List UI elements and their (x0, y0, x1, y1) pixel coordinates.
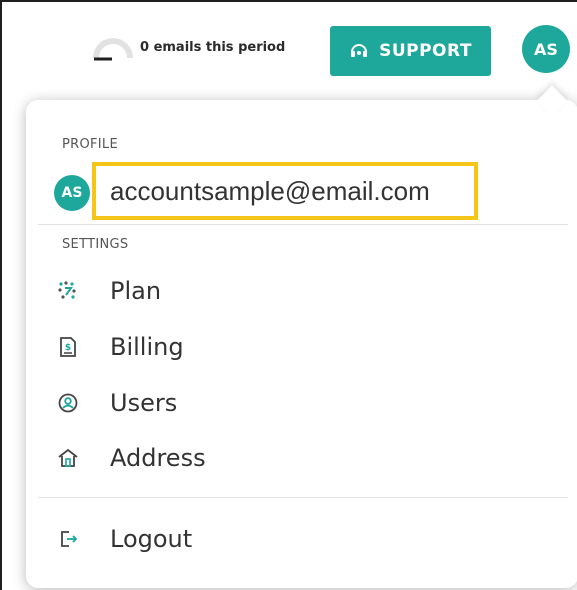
users-icon (56, 391, 80, 415)
plan-icon (56, 279, 80, 303)
usage-text: 0 emails this period (140, 40, 286, 55)
profile-divider (38, 224, 568, 225)
svg-text:$: $ (65, 343, 71, 353)
support-button[interactable]: SUPPORT (330, 26, 491, 76)
profile-avatar-initials: AS (61, 185, 83, 201)
logout-divider (38, 497, 568, 498)
support-headset-icon (351, 44, 368, 57)
menu-item-label: Address (110, 444, 206, 472)
profile-section-label: PROFILE (62, 137, 118, 152)
menu-item-label: Billing (110, 333, 184, 361)
menu-item-label: Logout (110, 525, 193, 553)
menu-item-label: Users (110, 389, 178, 417)
usage-gauge-icon (93, 38, 133, 61)
menu-item-plan[interactable]: Plan (56, 271, 556, 311)
address-icon (56, 446, 80, 470)
menu-item-billing[interactable]: $ Billing (56, 327, 556, 367)
user-avatar-button[interactable]: AS (522, 25, 570, 73)
support-button-label: SUPPORT (379, 41, 472, 61)
profile-email[interactable]: accountsample@email.com (92, 162, 478, 220)
menu-item-logout[interactable]: Logout (56, 519, 556, 559)
avatar-initials: AS (534, 39, 558, 59)
logout-icon (56, 527, 80, 551)
profile-avatar: AS (54, 175, 90, 211)
menu-item-label: Plan (110, 277, 162, 305)
settings-section-label: SETTINGS (62, 237, 129, 252)
menu-item-address[interactable]: Address (56, 438, 556, 478)
profile-email-text: accountsample@email.com (110, 175, 430, 206)
billing-icon: $ (56, 335, 80, 359)
menu-item-users[interactable]: Users (56, 383, 556, 423)
